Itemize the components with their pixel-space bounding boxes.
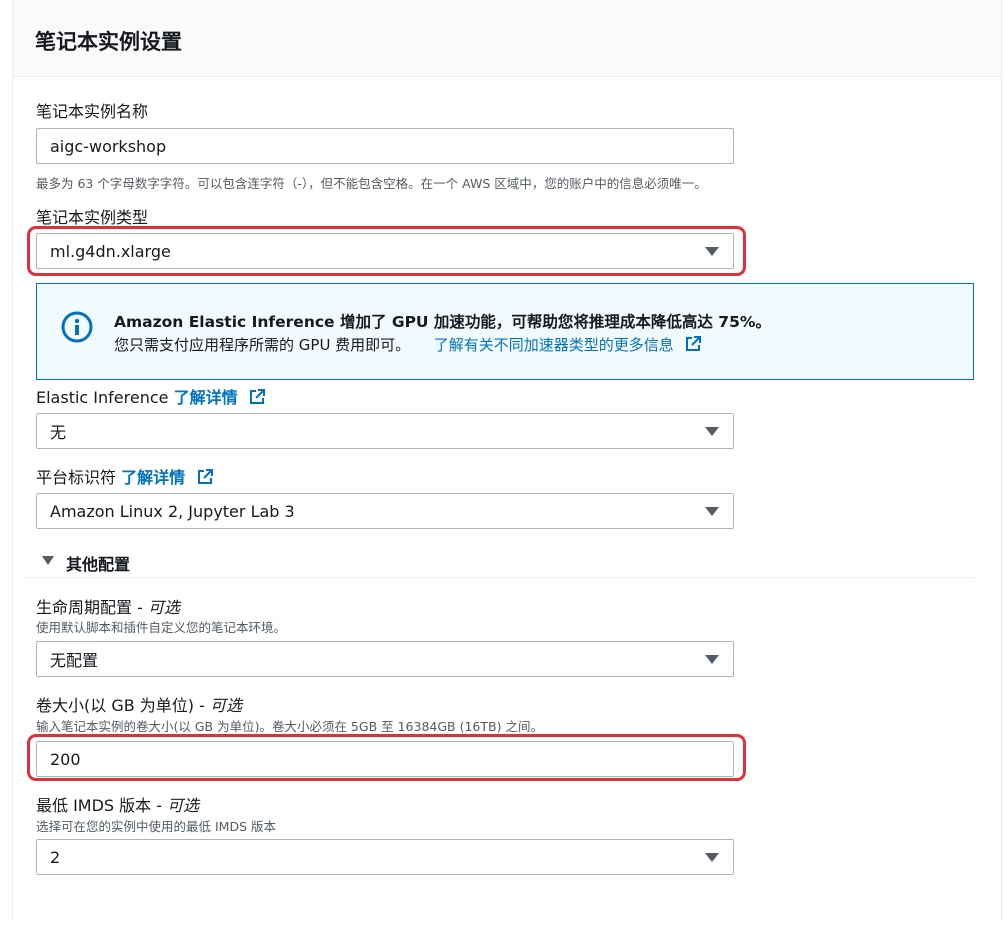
lifecycle-label-row: 生命周期配置 - 可选: [36, 594, 180, 618]
chevron-down-icon: [705, 507, 719, 516]
platform-select[interactable]: Amazon Linux 2, Jupyter Lab 3: [36, 493, 734, 529]
volume-size-highlight: [27, 734, 746, 781]
panel-title: 笔记本实例设置: [35, 30, 182, 54]
panel-header: 笔记本实例设置: [13, 0, 1001, 77]
lifecycle-label: 生命周期配置 -: [36, 598, 143, 617]
imds-desc: 选择可在您的实例中使用的最低 IMDS 版本: [36, 819, 276, 834]
imds-label: 最低 IMDS 版本 -: [36, 796, 163, 815]
imds-version-select[interactable]: 2: [36, 839, 734, 875]
instance-name-input[interactable]: aigc-workshop: [36, 128, 734, 164]
elastic-inference-label-row: Elastic Inference 了解详情: [36, 384, 266, 409]
imds-version-value: 2: [50, 847, 61, 867]
instance-type-highlight: [27, 226, 746, 276]
volume-desc: 输入笔记本实例的卷大小(以 GB 为单位)。卷大小必须在 5GB 至 16384…: [36, 719, 543, 734]
imds-optional: 可选: [167, 796, 200, 815]
elastic-inference-label: Elastic Inference: [36, 388, 169, 407]
instance-name-hint: 最多为 63 个字母数字字符。可以包含连字符（-），但不能包含空格。在一个 AW…: [36, 176, 707, 191]
elastic-inference-value: 无: [50, 423, 67, 442]
platform-learn-more-text: 了解详情: [121, 468, 186, 487]
other-config-toggle[interactable]: 其他配置: [66, 551, 130, 575]
elastic-inference-learn-more-link[interactable]: 了解详情: [174, 388, 266, 407]
lifecycle-value: 无配置: [50, 651, 99, 670]
info-alert: Amazon Elastic Inference 增加了 GPU 加速功能，可帮…: [36, 283, 974, 380]
external-link-icon: [249, 388, 266, 409]
instance-name-value: aigc-workshop: [50, 136, 167, 156]
info-alert-text: 您只需支付应用程序所需的 GPU 费用即可。: [114, 336, 411, 354]
elastic-inference-select[interactable]: 无: [36, 413, 734, 449]
accelerator-types-link[interactable]: 了解有关不同加速器类型的更多信息: [433, 335, 701, 356]
lifecycle-desc: 使用默认脚本和插件自定义您的笔记本环境。: [36, 620, 287, 635]
external-link-icon: [197, 468, 213, 489]
instance-type-label: 笔记本实例类型: [36, 208, 149, 227]
info-icon: [61, 311, 93, 347]
platform-value: Amazon Linux 2, Jupyter Lab 3: [50, 501, 295, 521]
info-alert-headline: Amazon Elastic Inference 增加了 GPU 加速功能，可帮…: [114, 313, 771, 331]
platform-label-row: 平台标识符 了解详情: [36, 464, 213, 489]
imds-label-row: 最低 IMDS 版本 - 可选: [36, 792, 199, 816]
chevron-down-icon: [705, 655, 719, 664]
instance-name-label: 笔记本实例名称: [36, 102, 149, 121]
volume-optional: 可选: [210, 696, 243, 715]
external-link-icon: [685, 335, 701, 356]
chevron-down-icon: [705, 853, 719, 862]
accelerator-types-link-text: 了解有关不同加速器类型的更多信息: [433, 336, 674, 354]
chevron-down-icon: [705, 427, 719, 436]
platform-label: 平台标识符: [36, 468, 117, 487]
expand-caret-icon[interactable]: [42, 556, 54, 565]
platform-learn-more-link[interactable]: 了解详情: [121, 468, 213, 487]
elastic-inference-learn-more-text: 了解详情: [173, 388, 238, 407]
volume-label: 卷大小(以 GB 为单位) -: [36, 696, 205, 715]
info-alert-body: 您只需支付应用程序所需的 GPU 费用即可。 了解有关不同加速器类型的更多信息: [114, 334, 701, 356]
section-divider: [24, 577, 974, 578]
lifecycle-select[interactable]: 无配置: [36, 641, 734, 677]
volume-label-row: 卷大小(以 GB 为单位) - 可选: [36, 692, 242, 716]
lifecycle-optional: 可选: [147, 598, 180, 617]
